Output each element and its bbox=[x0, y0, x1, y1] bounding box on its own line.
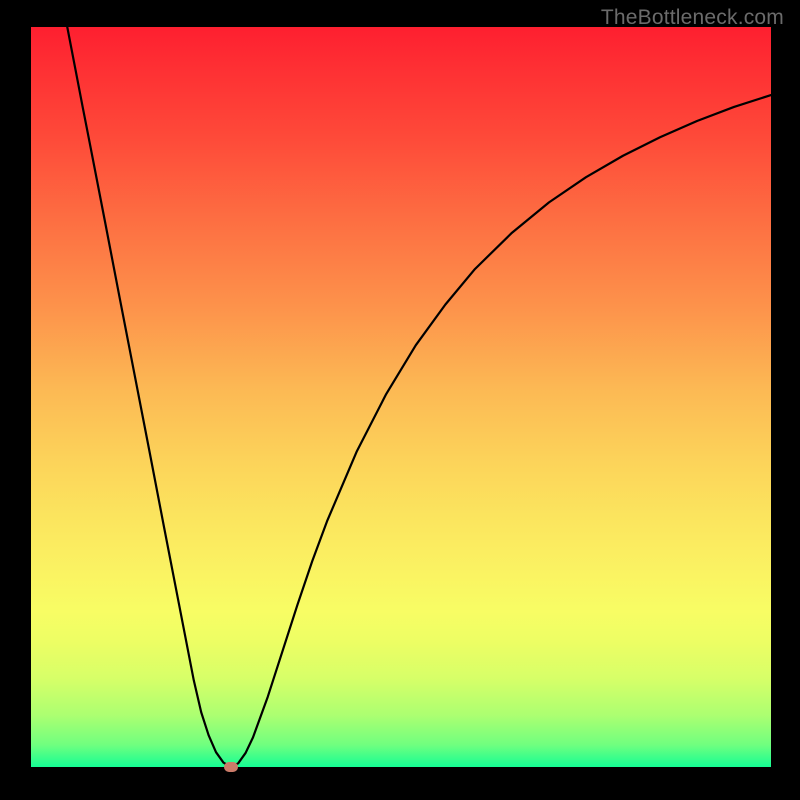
min-point-marker bbox=[224, 762, 238, 772]
chart-root: TheBottleneck.com bbox=[0, 0, 800, 800]
bottleneck-curve bbox=[31, 27, 771, 767]
watermark: TheBottleneck.com bbox=[601, 6, 784, 30]
